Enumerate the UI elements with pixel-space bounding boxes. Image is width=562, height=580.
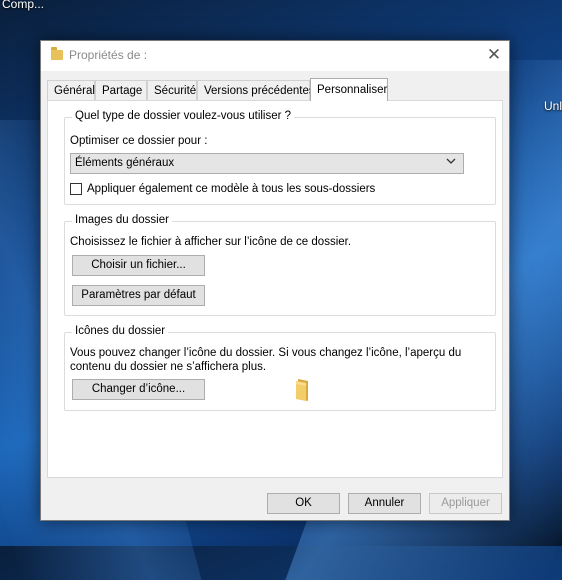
cancel-button[interactable]: Annuler	[348, 493, 421, 514]
apply-button[interactable]: Appliquer	[429, 493, 502, 514]
tab-previous-versions[interactable]: Versions précédentes	[197, 80, 315, 100]
folder-icon	[51, 47, 63, 60]
folder-icons-description-line1: Vous pouvez changer l’icône du dossier. …	[70, 347, 462, 359]
folder-icons-description-line2: contenu du dossier ne s’affichera plus.	[70, 361, 267, 373]
restore-default-button[interactable]: Paramètres par défaut	[72, 285, 205, 306]
window-title: Propriétés de :	[69, 48, 148, 62]
tab-panel-customize: Quel type de dossier voulez-vous utilise…	[47, 100, 503, 478]
select-value: Éléments généraux	[75, 157, 175, 169]
properties-dialog: Propriétés de : ✕ Général Partage Sécuri…	[40, 40, 510, 521]
tab-customize[interactable]: Personnaliser	[310, 78, 388, 101]
apply-subfolders-label[interactable]: Appliquer également ce modèle à tous les…	[87, 182, 375, 196]
group-title: Images du dossier	[72, 214, 172, 226]
folder-images-description: Choisissez le fichier à afficher sur l’i…	[70, 236, 352, 248]
ok-button[interactable]: OK	[267, 493, 340, 514]
tab-general[interactable]: Général	[47, 80, 95, 100]
folder-type-select[interactable]: Éléments généraux	[70, 153, 464, 174]
title-bar[interactable]: Propriétés de : ✕	[41, 41, 509, 71]
chevron-down-icon	[445, 155, 457, 170]
close-icon[interactable]: ✕	[479, 41, 509, 71]
group-title: Icônes du dossier	[72, 325, 169, 337]
folder-preview-icon	[295, 378, 313, 402]
desktop-icon-label[interactable]: Unl	[544, 99, 562, 113]
apply-subfolders-checkbox[interactable]	[70, 183, 82, 195]
group-title: Quel type de dossier voulez-vous utilise…	[72, 110, 295, 122]
change-icon-button[interactable]: Changer d’icône...	[72, 379, 205, 400]
tab-security[interactable]: Sécurité	[147, 80, 197, 100]
tab-sharing[interactable]: Partage	[95, 80, 147, 100]
desktop-icon-label[interactable]: Comp...	[2, 0, 44, 11]
optimize-label: Optimiser ce dossier pour :	[70, 135, 208, 147]
choose-file-button[interactable]: Choisir un fichier...	[72, 255, 205, 276]
